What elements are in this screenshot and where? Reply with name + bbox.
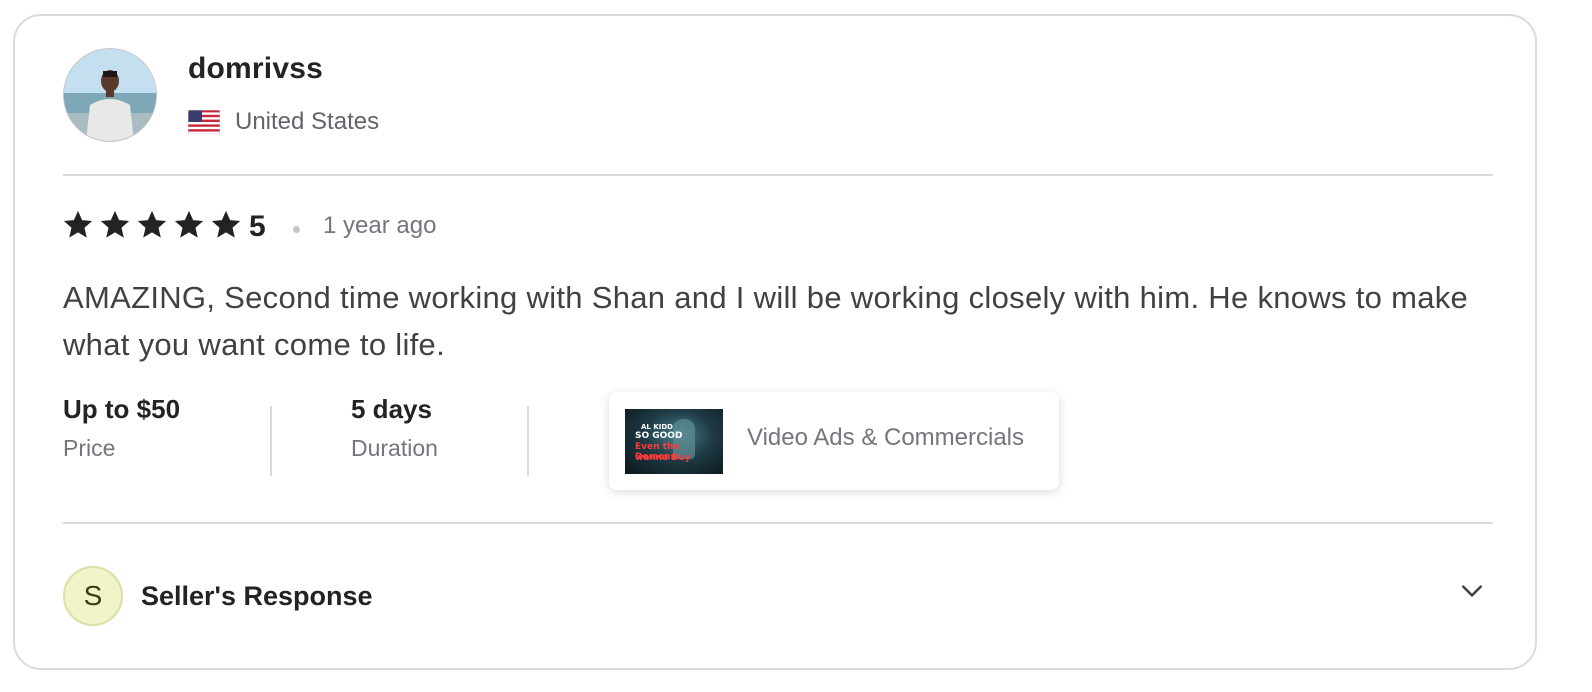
reviewer-username[interactable]: domrivss: [188, 52, 323, 86]
star-icon: [100, 210, 130, 238]
reviewer-avatar[interactable]: [63, 48, 157, 142]
avatar-photo: [64, 49, 156, 141]
price-block: Up to $50 Price: [63, 394, 180, 462]
us-flag-icon: [188, 110, 220, 134]
review-card: domrivss United States 5 1 year ago AMAZ…: [13, 14, 1537, 670]
price-label: Price: [63, 435, 116, 461]
seller-response-title[interactable]: Seller's Response: [141, 581, 373, 612]
thumbnail-text-4: wanna Buy: [635, 453, 691, 463]
separator-dot: [293, 226, 300, 233]
gig-thumbnail: AL KIDD SO GOOD Even the Demons wanna Bu…: [625, 409, 723, 474]
gig-category: Video Ads & Commercials: [747, 424, 1025, 451]
meta-divider: [270, 406, 272, 476]
star-icon: [211, 210, 241, 238]
review-text: AMAZING, Second time working with Shan a…: [63, 280, 1469, 362]
duration-label: Duration: [351, 435, 438, 461]
duration-block: 5 days Duration: [351, 394, 438, 462]
star-icon: [174, 210, 204, 238]
thumbnail-text-2: SO GOOD: [635, 431, 683, 441]
reviewer-country: United States: [235, 108, 380, 135]
gig-card[interactable]: AL KIDD SO GOOD Even the Demons wanna Bu…: [609, 392, 1059, 490]
thumbnail-text-1: AL KIDD: [641, 423, 673, 431]
chevron-down-icon[interactable]: [1457, 576, 1487, 606]
header-divider: [63, 174, 1493, 176]
star-rating: [61, 208, 243, 242]
response-divider: [63, 522, 1493, 524]
meta-divider: [527, 406, 529, 476]
seller-avatar: S: [63, 566, 123, 626]
star-icon: [137, 210, 167, 238]
star-icon: [63, 210, 93, 238]
duration-value: 5 days: [351, 394, 432, 424]
price-value: Up to $50: [63, 394, 181, 424]
review-time-ago: 1 year ago: [323, 212, 437, 239]
rating-value: 5: [249, 210, 266, 243]
